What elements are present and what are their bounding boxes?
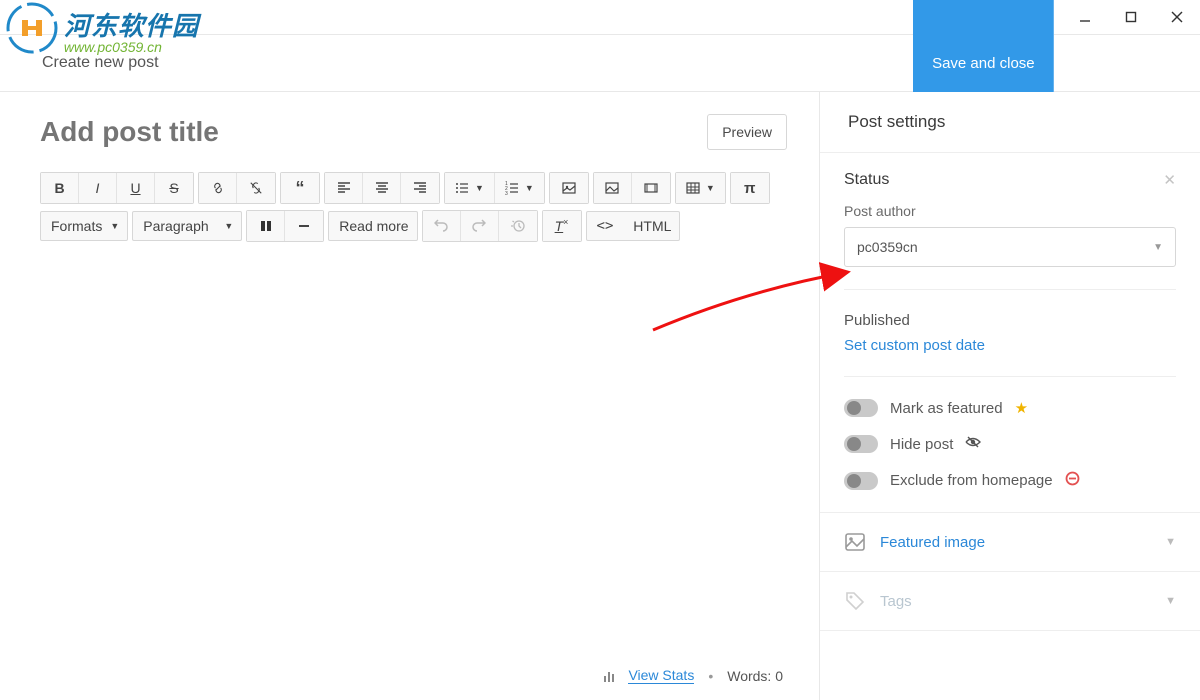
undo-button[interactable] (423, 211, 461, 241)
history-button[interactable] (499, 211, 537, 241)
hide-post-label: Hide post (890, 436, 953, 453)
status-title: Status (844, 171, 889, 189)
author-label: Post author (844, 203, 1176, 219)
blockquote-button[interactable]: “ (281, 173, 319, 203)
post-title-input[interactable] (40, 116, 707, 148)
exclude-label: Exclude from homepage (890, 472, 1053, 489)
chevron-down-icon: ▼ (1165, 595, 1176, 607)
editor-footer: View Stats • Words: 0 (40, 667, 787, 684)
tags-section[interactable]: Tags ▼ (820, 572, 1200, 631)
redo-button[interactable] (461, 211, 499, 241)
link-button[interactable] (199, 173, 237, 203)
post-settings-sidebar: Post settings Status ✕ Post author pc035… (820, 92, 1200, 700)
editor-column: Preview B I U S “ (0, 92, 820, 700)
tag-icon (844, 590, 866, 612)
featured-toggle[interactable] (844, 399, 878, 417)
eye-off-icon (965, 435, 981, 453)
separator-dot: • (708, 668, 713, 684)
editor-toolbar-row1: B I U S “ ▼ (40, 172, 787, 204)
html-button[interactable]: <> HTML (586, 211, 681, 241)
image-button[interactable] (594, 173, 632, 203)
strikethrough-button[interactable]: S (155, 173, 193, 203)
align-right-button[interactable] (401, 173, 439, 203)
underline-button[interactable]: U (117, 173, 155, 203)
paragraph-select[interactable]: Paragraph▼ (132, 211, 242, 241)
chevron-down-icon: ▼ (1153, 242, 1163, 253)
table-button[interactable]: ▼ (676, 173, 725, 203)
align-center-button[interactable] (363, 173, 401, 203)
media-button[interactable] (550, 173, 588, 203)
page-header: Create new post Save and close Close (0, 35, 1200, 92)
stats-icon (604, 670, 614, 682)
author-value: pc0359cn (857, 239, 918, 255)
status-collapse-icon[interactable]: ✕ (1163, 171, 1176, 189)
clear-format-button[interactable]: T× (543, 211, 581, 241)
page-title: Create new post (42, 54, 159, 72)
video-button[interactable] (632, 173, 670, 203)
bullet-list-button[interactable]: ▼ (445, 173, 495, 203)
status-section: Status ✕ Post author pc0359cn ▼ Publishe… (820, 153, 1200, 513)
toc-button[interactable] (247, 211, 285, 241)
unlink-button[interactable] (237, 173, 275, 203)
formats-select[interactable]: Formats▼ (40, 211, 128, 241)
published-label: Published (844, 312, 1176, 329)
align-left-button[interactable] (325, 173, 363, 203)
tags-label: Tags (880, 593, 1151, 610)
exclude-homepage-toggle[interactable] (844, 472, 878, 490)
special-char-button[interactable]: π (731, 173, 769, 203)
preview-button[interactable]: Preview (707, 114, 787, 150)
bold-button[interactable]: B (41, 173, 79, 203)
view-stats-link[interactable]: View Stats (628, 667, 694, 684)
sidebar-title: Post settings (820, 92, 1200, 153)
exclude-icon (1065, 471, 1080, 490)
word-count-label: Words: 0 (727, 668, 783, 684)
set-post-date-link[interactable]: Set custom post date (844, 337, 1176, 354)
hr-button[interactable] (285, 211, 323, 241)
editor-toolbar-row2: Formats▼ Paragraph▼ Read more T× <> HTML (40, 210, 787, 242)
chevron-down-icon: ▼ (1165, 536, 1176, 548)
numbered-list-button[interactable]: 123▼ (495, 173, 544, 203)
star-icon: ★ (1015, 399, 1028, 417)
svg-text:3: 3 (505, 191, 508, 195)
read-more-button[interactable]: Read more (328, 211, 417, 241)
editor-content-area[interactable] (40, 242, 787, 667)
author-select[interactable]: pc0359cn ▼ (844, 227, 1176, 267)
featured-image-label: Featured image (880, 534, 1151, 551)
italic-button[interactable]: I (79, 173, 117, 203)
featured-label: Mark as featured (890, 400, 1003, 417)
featured-image-section[interactable]: Featured image ▼ (820, 513, 1200, 572)
image-icon (844, 531, 866, 553)
hide-post-toggle[interactable] (844, 435, 878, 453)
